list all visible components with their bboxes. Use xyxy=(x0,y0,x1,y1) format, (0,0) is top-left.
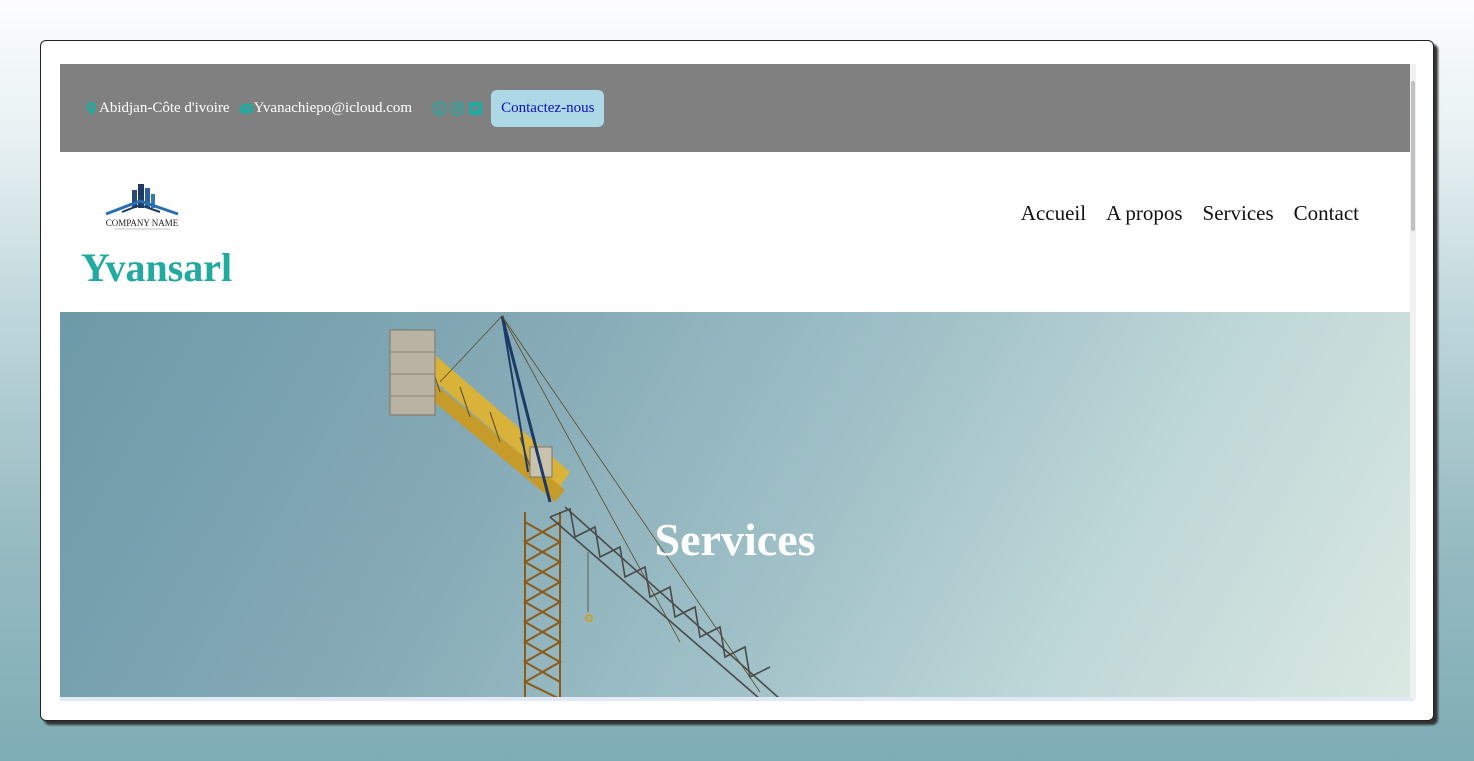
nav-item-contact[interactable]: Contact xyxy=(1294,201,1359,226)
scrollbar-thumb[interactable] xyxy=(1411,81,1415,231)
instagram-icon[interactable] xyxy=(450,101,465,116)
nav-item-services[interactable]: Services xyxy=(1203,201,1274,226)
hero-bottom-border xyxy=(60,697,1414,701)
envelope-icon xyxy=(239,103,253,113)
company-logo[interactable]: COMPANY NAME xyxy=(92,174,192,236)
twitter-icon[interactable] xyxy=(468,101,483,116)
social-links xyxy=(432,101,483,116)
email-info: Yvanachiepo@icloud.com xyxy=(239,100,413,117)
crane-image xyxy=(389,315,781,699)
contact-us-button[interactable]: Contactez-nous xyxy=(491,89,605,127)
building-logo-icon: COMPANY NAME xyxy=(92,174,192,236)
nav-item-a-propos[interactable]: A propos xyxy=(1106,201,1182,226)
hero-banner: Services xyxy=(60,312,1410,699)
nav-item-accueil[interactable]: Accueil xyxy=(1021,201,1086,226)
brand-name[interactable]: Yvansarl xyxy=(81,244,232,292)
location-text: Abidjan-Côte d'ivoire xyxy=(99,99,230,116)
location-info: Abidjan-Côte d'ivoire xyxy=(84,100,230,117)
email-text[interactable]: Yvanachiepo@icloud.com xyxy=(254,100,413,117)
location-pin-icon xyxy=(86,101,97,115)
facebook-icon[interactable] xyxy=(432,101,447,116)
hero-title: Services xyxy=(654,514,816,565)
top-info-bar: Abidjan-Côte d'ivoire Yvanachiepo@icloud… xyxy=(60,64,1410,152)
main-nav: Accueil A propos Services Contact xyxy=(1021,201,1359,226)
svg-text:COMPANY NAME: COMPANY NAME xyxy=(106,218,179,228)
browser-window: Abidjan-Côte d'ivoire Yvanachiepo@icloud… xyxy=(40,40,1434,721)
